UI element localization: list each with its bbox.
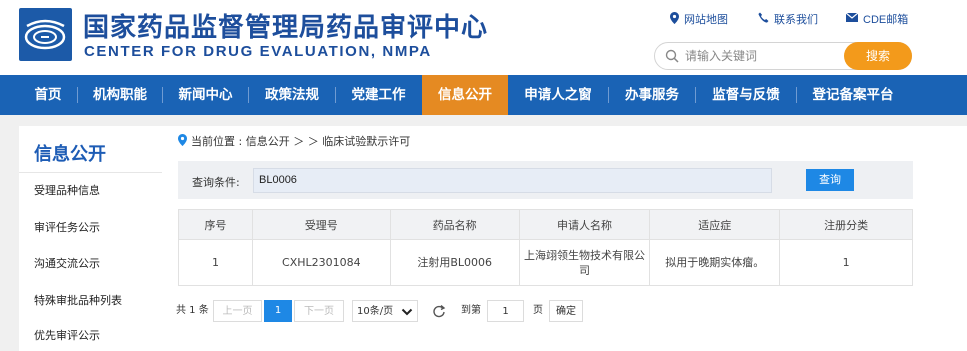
nav-item-info-disclosure[interactable]: 信息公开 bbox=[422, 75, 508, 115]
column-header-registration-class: 注册分类 bbox=[779, 209, 913, 240]
page-unit-label: 页 bbox=[533, 305, 543, 316]
main-nav: 首页 机构职能 新闻中心 政策法规 党建工作 信息公开 申请人之窗 办事服务 监… bbox=[0, 75, 967, 115]
nav-item-registration-platform[interactable]: 登记备案平台 bbox=[797, 75, 909, 115]
mail-link[interactable]: CDE邮箱 bbox=[845, 11, 909, 27]
column-header-indication: 适应症 bbox=[649, 209, 781, 240]
search-button[interactable]: 搜索 bbox=[844, 42, 912, 70]
nav-item-supervision[interactable]: 监督与反馈 bbox=[696, 75, 796, 115]
nav-item-services[interactable]: 办事服务 bbox=[609, 75, 695, 115]
nav-item-organization[interactable]: 机构职能 bbox=[78, 75, 162, 115]
location-pin-icon bbox=[178, 133, 187, 149]
cell-drug-name: 注射用BL0006 bbox=[389, 239, 520, 286]
refresh-icon[interactable] bbox=[432, 300, 446, 322]
query-input[interactable]: BL0006 bbox=[253, 168, 772, 193]
contact-link[interactable]: 联系我们 bbox=[758, 11, 818, 27]
pager-prev-button[interactable]: 上一页 bbox=[213, 300, 262, 322]
page-size-select[interactable]: 10条/页 bbox=[352, 300, 418, 322]
contact-link-label: 联系我们 bbox=[774, 14, 818, 26]
breadcrumb-text: 当前位置 : 信息公开 ＞ ＞ 临床试验默示许可 bbox=[191, 135, 411, 148]
sidebar-item-priority-review[interactable]: 优先审评公示 bbox=[34, 327, 100, 343]
results-table: 序号 受理号 药品名称 申请人名称 适应症 注册分类 1 CXHL2301084… bbox=[178, 209, 913, 286]
nav-item-applicant-window[interactable]: 申请人之窗 bbox=[508, 75, 608, 115]
site-logo[interactable] bbox=[19, 8, 72, 61]
pager-next-button[interactable]: 下一页 bbox=[294, 300, 344, 322]
chevron-down-icon bbox=[401, 301, 413, 332]
goto-page-input[interactable]: 1 bbox=[487, 300, 524, 322]
mail-link-label: CDE邮箱 bbox=[863, 14, 909, 26]
cell-index: 1 bbox=[178, 239, 253, 286]
column-header-acceptance-no: 受理号 bbox=[251, 209, 391, 240]
goto-confirm-button[interactable]: 确定 bbox=[549, 300, 583, 322]
sidebar-divider bbox=[19, 172, 162, 173]
cell-registration-class: 1 bbox=[779, 239, 913, 286]
envelope-icon bbox=[845, 12, 859, 25]
sidebar-item-communication[interactable]: 沟通交流公示 bbox=[34, 255, 100, 271]
nav-item-home[interactable]: 首页 bbox=[19, 75, 77, 115]
sidebar-item-review-tasks[interactable]: 审评任务公示 bbox=[34, 219, 100, 235]
location-pin-icon bbox=[670, 11, 679, 27]
page-size-value: 10条/页 bbox=[357, 306, 394, 317]
nav-item-party[interactable]: 党建工作 bbox=[336, 75, 421, 115]
column-header-drug-name: 药品名称 bbox=[389, 209, 520, 240]
sidebar: 信息公开 受理品种信息 审评任务公示 沟通交流公示 特殊审批品种列表 优先审评公… bbox=[19, 126, 162, 351]
site-title-chinese: 国家药品监督管理局药品审评中心 bbox=[83, 13, 489, 43]
table-row[interactable]: 1 CXHL2301084 注射用BL0006 上海翊领生物技术有限公司 拟用于… bbox=[178, 239, 913, 286]
site-title-english: CENTER FOR DRUG EVALUATION, NMPA bbox=[84, 43, 432, 60]
pager-total: 共 1 条 bbox=[176, 305, 209, 316]
pager-page-current[interactable]: 1 bbox=[264, 300, 292, 322]
table-header-row: 序号 受理号 药品名称 申请人名称 适应症 注册分类 bbox=[178, 209, 913, 240]
goto-label: 到第 bbox=[461, 305, 481, 316]
nav-item-policy[interactable]: 政策法规 bbox=[249, 75, 335, 115]
cell-applicant: 上海翊领生物技术有限公司 bbox=[518, 239, 651, 286]
cell-acceptance-no: CXHL2301084 bbox=[251, 239, 391, 286]
logo-emblem-icon bbox=[24, 19, 66, 50]
column-header-index: 序号 bbox=[178, 209, 253, 240]
magnifier-icon bbox=[665, 49, 679, 68]
column-header-applicant: 申请人名称 bbox=[518, 209, 651, 240]
sidebar-title: 信息公开 bbox=[34, 144, 106, 165]
query-button[interactable]: 查询 bbox=[806, 169, 854, 191]
breadcrumb: 当前位置 : 信息公开 ＞ ＞ 临床试验默示许可 bbox=[178, 133, 410, 149]
sidebar-item-special-approval[interactable]: 特殊审批品种列表 bbox=[34, 292, 122, 308]
sitemap-link[interactable]: 网站地图 bbox=[670, 11, 728, 27]
sitemap-link-label: 网站地图 bbox=[684, 14, 728, 26]
search-input[interactable] bbox=[685, 47, 835, 65]
nav-item-news[interactable]: 新闻中心 bbox=[163, 75, 248, 115]
site-header: 国家药品监督管理局药品审评中心 CENTER FOR DRUG EVALUATI… bbox=[0, 0, 967, 75]
sidebar-item-accepted-varieties[interactable]: 受理品种信息 bbox=[34, 182, 100, 198]
query-label: 查询条件: bbox=[192, 176, 240, 189]
cell-indication: 拟用于晚期实体瘤。 bbox=[649, 239, 781, 286]
phone-icon bbox=[758, 12, 769, 26]
